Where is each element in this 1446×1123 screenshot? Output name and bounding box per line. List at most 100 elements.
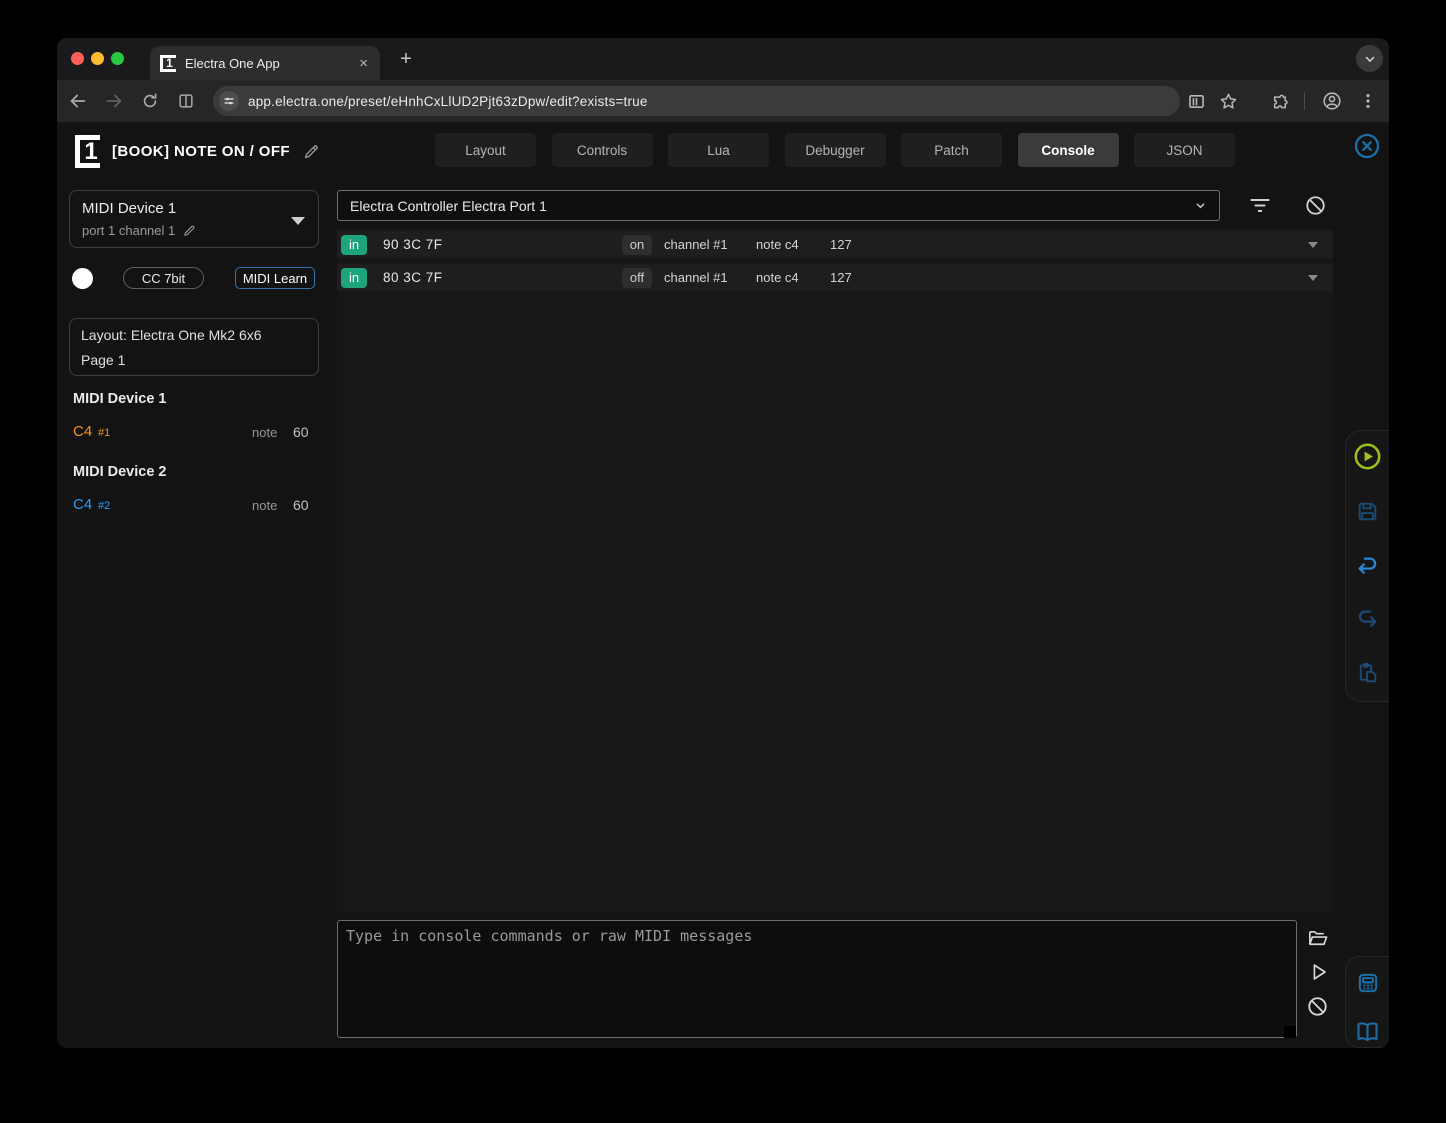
close-circle-x-icon (1354, 133, 1380, 159)
layout-name: Layout: Electra One Mk2 6x6 (81, 327, 262, 343)
puzzle-icon (1269, 91, 1290, 112)
note-state-badge: on (622, 235, 652, 255)
back-button[interactable] (64, 87, 92, 115)
tab-close-icon[interactable]: × (357, 55, 370, 72)
log-row: in 90 3C 7F on channel #1 note c4 127 (337, 231, 1333, 258)
expand-row-chevron-icon[interactable] (1308, 275, 1318, 281)
tab-console[interactable]: Console (1018, 133, 1119, 167)
avatar-icon (1321, 90, 1343, 112)
expand-row-chevron-icon[interactable] (1308, 242, 1318, 248)
control-kind: note (252, 498, 277, 513)
tab-strip: 1 Electra One App × + (57, 38, 1389, 80)
send-command-button[interactable] (1307, 960, 1331, 984)
console-command-input[interactable] (337, 920, 1297, 1038)
tab-layout[interactable]: Layout (435, 133, 536, 167)
play-circle-icon (1354, 443, 1381, 470)
window-minimize-button[interactable] (91, 52, 104, 65)
back-arrow-icon (67, 90, 89, 112)
reload-button[interactable] (136, 87, 164, 115)
profile-button[interactable] (1318, 87, 1346, 115)
browser-window: 1 Electra One App × + app.electra.one/pr… (57, 38, 1389, 1048)
folder-open-icon (1306, 927, 1329, 950)
tab-lua[interactable]: Lua (668, 133, 769, 167)
edit-device-pencil-icon[interactable] (182, 223, 197, 238)
forward-arrow-icon (103, 90, 125, 112)
note-state-badge: off (622, 268, 652, 288)
preset-title: [BOOK] NOTE ON / OFF (112, 143, 290, 160)
load-commands-button[interactable] (1305, 926, 1329, 950)
browser-tab[interactable]: 1 Electra One App × (150, 46, 380, 80)
documentation-button[interactable] (1354, 1018, 1381, 1045)
midi-device-select[interactable]: MIDI Device 1 port 1 channel 1 (69, 190, 319, 248)
cc-7bit-button[interactable]: CC 7bit (123, 267, 204, 289)
undo-button[interactable] (1354, 553, 1381, 580)
midi-learn-button[interactable]: MIDI Learn (235, 267, 315, 289)
edit-title-pencil-icon[interactable] (302, 142, 321, 161)
device-section-heading: MIDI Device 2 (73, 464, 167, 480)
save-preset-button[interactable] (1354, 498, 1381, 525)
midi-port-select[interactable]: Electra Controller Electra Port 1 (337, 190, 1220, 221)
forward-button[interactable] (100, 87, 128, 115)
log-note: note c4 (756, 237, 799, 252)
tab-title: Electra One App (185, 56, 357, 71)
reading-mode-icon (176, 91, 196, 111)
save-floppy-icon (1355, 499, 1380, 524)
control-name: C4 (73, 423, 92, 440)
control-list-item[interactable]: C4 #2 note 60 (57, 496, 319, 516)
log-channel: channel #1 (664, 270, 728, 285)
ban-icon (1306, 995, 1329, 1018)
log-row: in 80 3C 7F off channel #1 note c4 127 (337, 264, 1333, 291)
device-select-name: MIDI Device 1 (82, 200, 176, 217)
device-section-heading: MIDI Device 1 (73, 391, 167, 407)
app-nav-tabs: Layout Controls Lua Debugger Patch Conso… (435, 133, 1235, 167)
run-preset-button[interactable] (1354, 443, 1381, 470)
side-panel-icon (1186, 91, 1207, 112)
direction-badge: in (341, 268, 367, 288)
paste-button[interactable] (1354, 659, 1381, 686)
tab-patch[interactable]: Patch (901, 133, 1002, 167)
tab-controls[interactable]: Controls (552, 133, 653, 167)
device-select-detail: port 1 channel 1 (82, 223, 175, 238)
filter-log-button[interactable] (1248, 193, 1272, 217)
control-kind: note (252, 425, 277, 440)
new-tab-button[interactable]: + (393, 46, 419, 72)
control-value: 60 (293, 424, 309, 440)
browser-toolbar: app.electra.one/preset/eHnhCxLlUD2Pjt63z… (57, 80, 1389, 122)
side-panel-button[interactable] (1182, 87, 1210, 115)
control-list-item[interactable]: C4 #1 note 60 (57, 423, 319, 443)
clear-log-button[interactable] (1303, 193, 1327, 217)
window-zoom-button[interactable] (111, 52, 124, 65)
tab-search-button[interactable] (1356, 45, 1383, 72)
control-id: #1 (98, 427, 110, 439)
tab-debugger[interactable]: Debugger (785, 133, 886, 167)
log-value: 127 (830, 237, 852, 252)
page-name: Page 1 (81, 352, 125, 368)
reload-icon (140, 91, 160, 111)
console-device-icon (1355, 970, 1381, 996)
close-editor-button[interactable] (1354, 133, 1380, 159)
textarea-resize-handle[interactable] (1284, 1026, 1296, 1038)
tune-icon (223, 95, 235, 107)
control-name: C4 (73, 496, 92, 513)
tab-json[interactable]: JSON (1134, 133, 1235, 167)
open-book-icon (1354, 1018, 1381, 1045)
clear-input-button[interactable] (1305, 994, 1329, 1018)
bookmark-button[interactable] (1214, 87, 1242, 115)
chevron-down-icon (291, 217, 305, 225)
star-icon (1218, 91, 1239, 112)
url-text: app.electra.one/preset/eHnhCxLlUD2Pjt63z… (248, 94, 648, 109)
browser-menu-button[interactable] (1354, 87, 1382, 115)
control-id: #2 (98, 500, 110, 512)
reading-mode-button[interactable] (172, 87, 200, 115)
site-info-icon[interactable] (219, 91, 239, 111)
toolbar-divider (1304, 92, 1305, 110)
window-close-button[interactable] (71, 52, 84, 65)
log-value: 127 (830, 270, 852, 285)
extensions-button[interactable] (1265, 87, 1293, 115)
url-bar[interactable]: app.electra.one/preset/eHnhCxLlUD2Pjt63z… (213, 86, 1180, 116)
redo-button[interactable] (1354, 606, 1381, 633)
log-channel: channel #1 (664, 237, 728, 252)
ban-icon (1304, 194, 1327, 217)
device-enabled-toggle[interactable] (72, 268, 93, 289)
midi-monitor-button[interactable] (1354, 969, 1381, 996)
